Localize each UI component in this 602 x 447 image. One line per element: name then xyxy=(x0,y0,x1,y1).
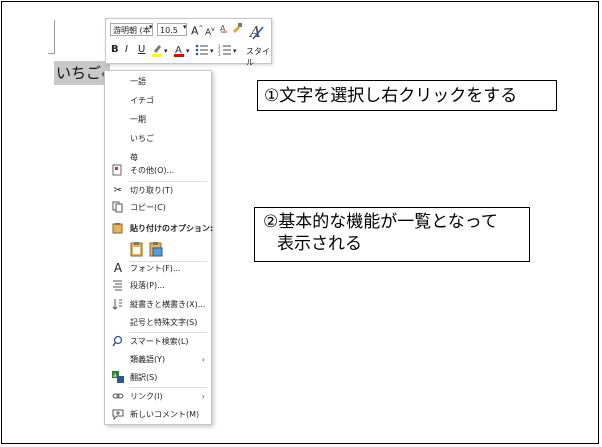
font-color-icon[interactable]: A xyxy=(173,43,185,57)
suggestion-item[interactable]: イチゴ xyxy=(105,92,211,109)
styles-icon[interactable]: A xyxy=(248,22,268,44)
font-dropdown-arrow-icon[interactable]: ▾ xyxy=(149,23,153,31)
clear-formatting-icon[interactable]: A xyxy=(219,22,229,34)
synonyms-label: 類義語(Y) xyxy=(130,355,166,364)
clipboard-icon xyxy=(112,220,124,234)
text-direction-item[interactable]: 縦書きと横書き(X)... xyxy=(105,296,211,313)
cut-item[interactable]: ✂ 切り取り(T) xyxy=(105,182,211,199)
translate-label: 翻訳(S) xyxy=(130,373,158,382)
bullets-dropdown-icon[interactable]: ▾ xyxy=(210,45,214,57)
font-label: フォント(F)... xyxy=(130,264,181,273)
suggestion-label: イチゴ xyxy=(130,96,154,105)
step2-callout: ②基本的な機能が一覧となって 表示される xyxy=(254,207,530,262)
suggestion-label: 一期 xyxy=(130,115,146,124)
synonyms-item[interactable]: 類義語(Y) › xyxy=(105,351,211,368)
svg-text:3: 3 xyxy=(218,52,221,57)
bold-button[interactable]: B xyxy=(111,44,119,56)
grow-font-label: A xyxy=(191,24,199,38)
grow-font-button[interactable]: A^ xyxy=(191,23,204,38)
font-icon: A xyxy=(113,261,123,275)
copy-item[interactable]: コピー(C) xyxy=(105,199,211,216)
paste-options-row xyxy=(105,239,211,259)
step2-text-line2: 表示される xyxy=(277,234,362,254)
context-menu: 一語 イチゴ 一期 いちご 苺 その他(O)... ✂ 切り取り(T) コピー(… xyxy=(104,70,214,425)
paste-picture-icon[interactable] xyxy=(149,241,163,257)
paste-options-header: 貼り付けのオプション: xyxy=(105,220,214,237)
suggestion-item[interactable]: 一語 xyxy=(105,73,211,90)
link-icon xyxy=(112,388,124,402)
paragraph-item[interactable]: 段落(P)... xyxy=(105,277,211,294)
text-direction-label: 縦書きと横書き(X)... xyxy=(130,300,206,309)
translate-item[interactable]: a 翻訳(S) xyxy=(105,369,211,386)
scissors-icon: ✂ xyxy=(113,185,123,196)
font-item[interactable]: A フォント(F)... xyxy=(105,260,211,277)
smart-lookup-item[interactable]: スマート検索(L) xyxy=(105,333,211,350)
font-size-dropdown-arrow-icon[interactable]: ▾ xyxy=(183,23,187,31)
smart-lookup-label: スマート検索(L) xyxy=(130,337,189,346)
translate-icon: a xyxy=(112,369,124,383)
bullets-icon[interactable] xyxy=(195,43,209,57)
text-direction-icon xyxy=(112,296,124,310)
paragraph-icon xyxy=(112,277,124,291)
step1-callout: ①文字を選択し右クリックをする xyxy=(257,80,557,111)
symbols-item[interactable]: 記号と特殊文字(S) xyxy=(105,314,211,331)
italic-button[interactable]: I xyxy=(125,44,128,56)
font-name-box[interactable]: 游明朝 (本 xyxy=(110,23,153,36)
paste-keep-source-icon[interactable] xyxy=(130,241,144,257)
step2-text-line1: ②基本的な機能が一覧となって xyxy=(263,212,498,232)
mini-toolbar: 游明朝 (本 ▾ 10.5 ▾ A^ Av A A スタイル B I U ▾ A… xyxy=(105,18,272,67)
underline-button[interactable]: U xyxy=(138,44,145,56)
suggestion-label: 一語 xyxy=(130,77,146,86)
new-comment-item[interactable]: 新しいコメント(M) xyxy=(105,406,211,423)
selected-word-text: いちご xyxy=(56,64,102,82)
symbols-label: 記号と特殊文字(S) xyxy=(130,318,198,327)
shrink-font-button[interactable]: Av xyxy=(205,24,215,39)
new-comment-label: 新しいコメント(M) xyxy=(130,410,200,419)
paste-options-label: 貼り付けのオプション: xyxy=(130,224,214,233)
more-suggestions-item[interactable]: その他(O)... xyxy=(105,162,211,179)
svg-text:a: a xyxy=(113,372,117,379)
cut-label: 切り取り(T) xyxy=(130,186,174,195)
numbering-icon[interactable]: 123 xyxy=(218,43,232,57)
highlight-color-icon[interactable] xyxy=(151,43,163,57)
styles-label[interactable]: スタイル xyxy=(246,46,271,68)
highlight-dropdown-icon[interactable]: ▾ xyxy=(164,45,168,57)
submenu-arrow-icon: › xyxy=(201,392,205,401)
suggestion-item[interactable]: 一期 xyxy=(105,111,211,128)
margin-corner-mark-vertical xyxy=(54,20,55,54)
submenu-arrow-icon: › xyxy=(201,355,205,364)
search-icon xyxy=(112,333,124,347)
paragraph-label: 段落(P)... xyxy=(130,281,165,290)
format-painter-icon[interactable] xyxy=(231,22,243,34)
link-label: リンク(I) xyxy=(130,392,163,401)
suggestion-label: いちご xyxy=(130,134,154,143)
step1-text: ①文字を選択し右クリックをする xyxy=(264,86,518,106)
more-suggestions-label: その他(O)... xyxy=(130,166,175,175)
more-suggestions-icon xyxy=(112,162,124,176)
copy-icon xyxy=(112,199,124,213)
font-color-dropdown-icon[interactable]: ▾ xyxy=(186,45,190,57)
comment-icon xyxy=(112,406,124,420)
copy-label: コピー(C) xyxy=(130,203,166,212)
suggestion-item[interactable]: いちご xyxy=(105,130,211,147)
selected-word[interactable]: いちご↵ xyxy=(54,61,111,85)
link-item[interactable]: リンク(I) › xyxy=(105,388,211,405)
numbering-dropdown-icon[interactable]: ▾ xyxy=(233,45,237,57)
